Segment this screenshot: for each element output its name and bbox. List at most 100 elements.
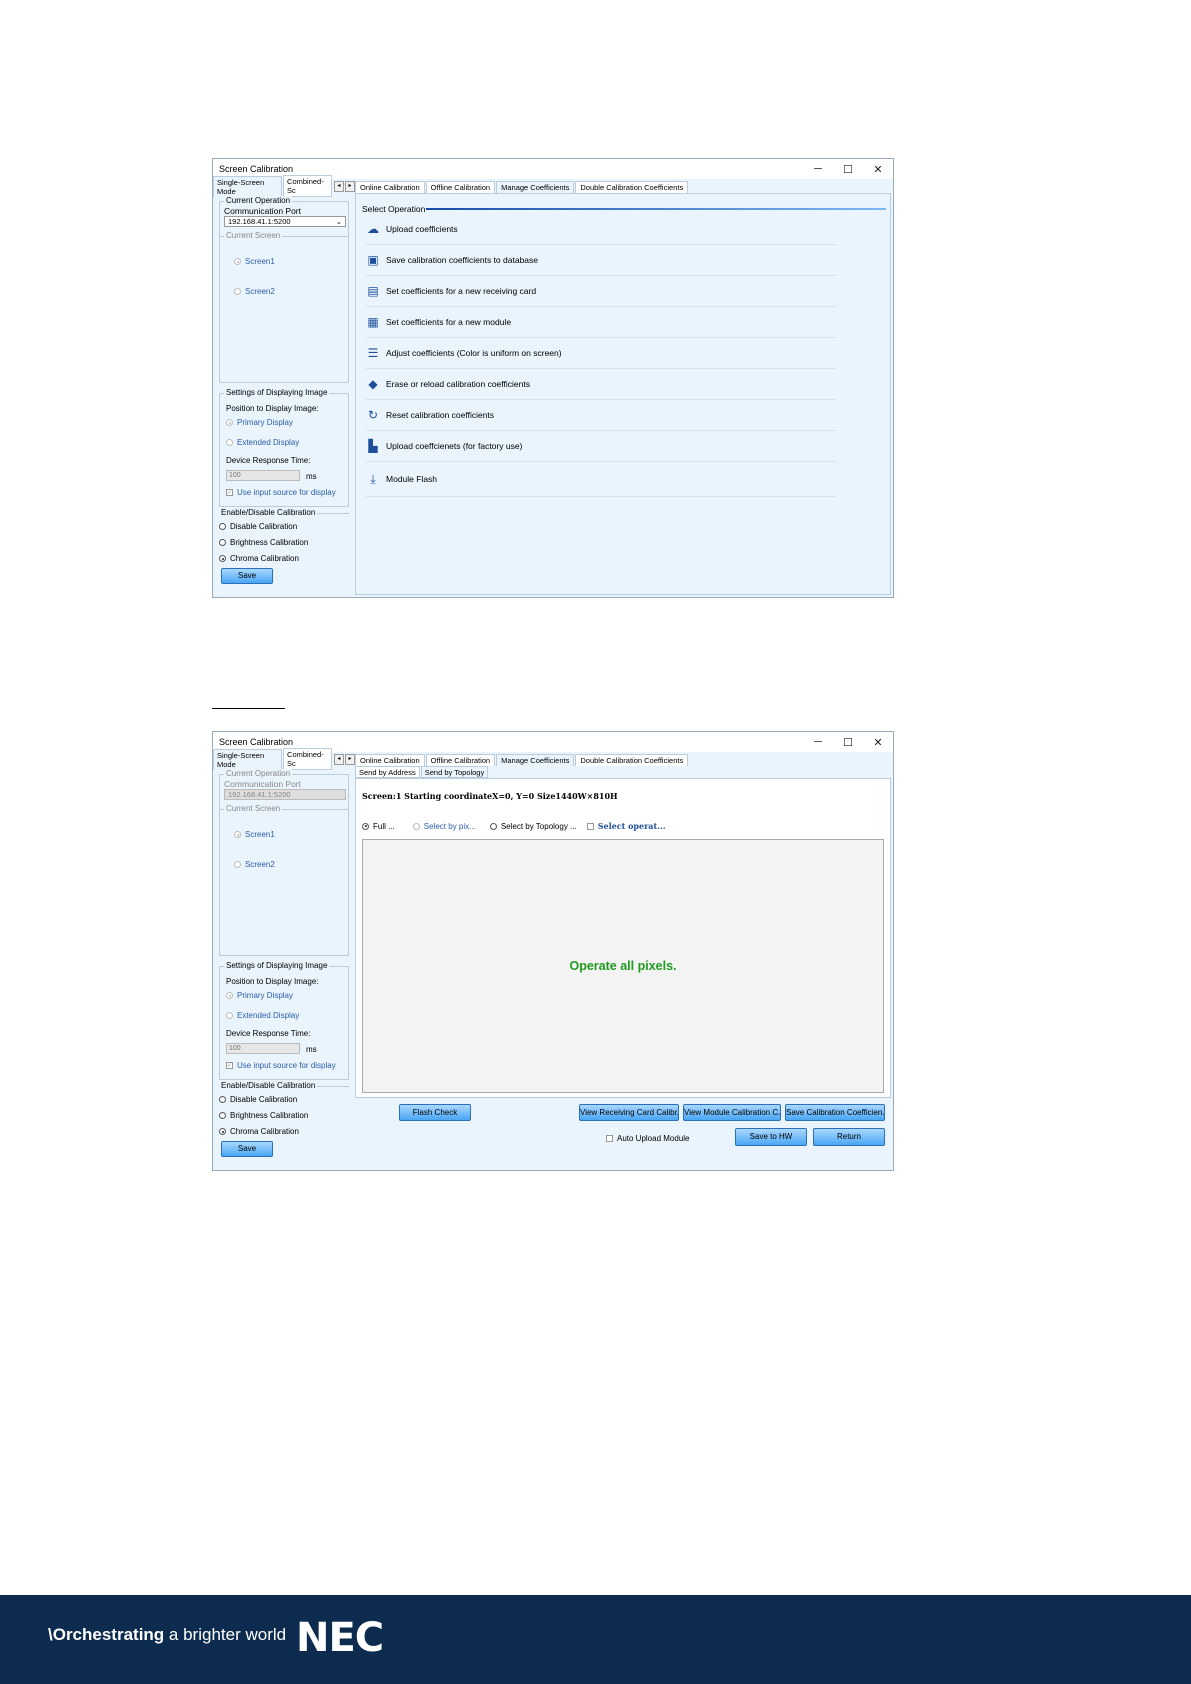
brightness-calibration-radio[interactable]: Brightness Calibration xyxy=(219,538,308,547)
screen-info-line: Screen:1 Starting coordinateX=0, Y=0 Siz… xyxy=(362,791,618,801)
operation-save-to-database[interactable]: ▣ Save calibration coefficients to databa… xyxy=(366,245,836,276)
tab-send-by-topology[interactable]: Send by Topology xyxy=(420,766,489,778)
topology-content: Screen:1 Starting coordinateX=0, Y=0 Siz… xyxy=(355,778,891,1098)
maximize-icon[interactable]: ☐ xyxy=(833,163,863,176)
right-panel: Online Calibration Offline Calibration M… xyxy=(355,752,893,1170)
extended-display-radio[interactable]: Extended Display xyxy=(226,438,299,447)
response-time-label: Device Response Time: xyxy=(226,1029,311,1038)
maximize-icon[interactable]: ☐ xyxy=(833,736,863,749)
communication-port-select[interactable]: 192.168.41.1:5200 ⌄ xyxy=(224,216,346,227)
screen2-radio[interactable]: Screen2 xyxy=(234,860,275,869)
current-operation-group: Current Operation Communication Port 192… xyxy=(219,196,349,383)
disable-calibration-radio[interactable]: Disable Calibration xyxy=(219,1095,297,1104)
tab-send-by-address[interactable]: Send by Address xyxy=(355,766,420,778)
eraser-icon: ◆ xyxy=(368,377,378,391)
settings-display-title: Settings of Displaying Image xyxy=(224,961,330,970)
screen1-radio[interactable]: Screen1 xyxy=(234,830,275,839)
screen2-radio[interactable]: Screen2 xyxy=(234,287,275,296)
operation-new-receiving-card[interactable]: ▤ Set coefficients for a new receiving ca… xyxy=(366,276,836,307)
footer-banner: \Orchestrating a brighter world NEC xyxy=(0,1595,1191,1684)
primary-display-radio[interactable]: Primary Display xyxy=(226,991,293,1000)
save-button[interactable]: Save xyxy=(221,1141,273,1157)
download-icon: ⤓ xyxy=(370,471,376,486)
factory-icon: ▙ xyxy=(368,439,378,453)
tab-offline-calibration[interactable]: Offline Calibration xyxy=(425,754,496,766)
communication-port-value: 192.168.41.1:5200 xyxy=(228,790,291,799)
tab-scroll-left-icon[interactable]: ◂ xyxy=(333,180,344,192)
disable-calibration-radio[interactable]: Disable Calibration xyxy=(219,522,297,531)
flash-check-button[interactable]: Flash Check xyxy=(399,1104,471,1121)
close-icon[interactable]: ✕ xyxy=(863,163,893,176)
tab-manage-coefficients[interactable]: Manage Coefficients xyxy=(496,754,575,766)
tab-single-screen-mode[interactable]: Single-Screen Mode xyxy=(213,175,283,197)
operation-module-flash[interactable]: ⤓ Module Flash xyxy=(366,462,836,497)
operation-erase-reload[interactable]: ◆ Erase or reload calibration coefficient… xyxy=(366,369,836,400)
left-panel: Single-Screen Mode Combined-Sc ◂ ▸ Curre… xyxy=(213,748,355,1170)
upload-cloud-icon: ☁ xyxy=(367,222,379,236)
tab-online-calibration[interactable]: Online Calibration xyxy=(355,754,425,766)
operation-reset[interactable]: ↻ Reset calibration coefficients xyxy=(366,400,836,431)
save-to-hw-button[interactable]: Save to HW xyxy=(735,1128,807,1146)
select-by-topology-radio[interactable]: Select by Topology ... xyxy=(489,821,577,831)
enable-calibration-title: Enable/Disable Calibration xyxy=(219,1081,318,1090)
chroma-calibration-radio[interactable]: Chroma Calibration xyxy=(219,1127,299,1136)
tab-double-calibration[interactable]: Double Calibration Coefficients xyxy=(575,754,689,766)
chevron-down-icon: ⌄ xyxy=(335,217,342,226)
select-operation-checkbox[interactable]: Select operat... xyxy=(586,821,666,831)
minimize-icon[interactable]: ─ xyxy=(803,736,833,749)
sliders-icon: ☰ xyxy=(367,346,379,360)
left-panel: Single-Screen Mode Combined-Sc ◂ ▸ Curre… xyxy=(213,175,355,597)
operation-upload-coefficients[interactable]: ☁ Upload coefficients xyxy=(366,214,836,245)
full-radio[interactable]: Full ... xyxy=(362,821,395,831)
tab-single-screen-mode[interactable]: Single-Screen Mode xyxy=(213,748,283,770)
view-receiving-card-button[interactable]: View Receiving Card Calibr... xyxy=(579,1104,679,1121)
tab-online-calibration[interactable]: Online Calibration xyxy=(355,181,425,193)
tab-manage-coefficients[interactable]: Manage Coefficients xyxy=(496,181,575,193)
response-time-label: Device Response Time: xyxy=(226,456,311,465)
settings-display-group: Settings of Displaying Image Position to… xyxy=(219,388,349,507)
operation-upload-factory[interactable]: ▙ Upload coeffcienets (for factory use) xyxy=(366,431,836,462)
return-button[interactable]: Return xyxy=(813,1128,885,1146)
tab-scroll-right-icon[interactable]: ▸ xyxy=(344,180,355,192)
selection-options: Full ... Select by pix... Select by Topo… xyxy=(362,821,666,831)
tab-double-calibration[interactable]: Double Calibration Coefficients xyxy=(575,181,689,193)
operation-new-module[interactable]: ▦ Set coefficients for a new module xyxy=(366,307,836,338)
tab-offline-calibration[interactable]: Offline Calibration xyxy=(425,181,496,193)
current-screen-title: Current Screen xyxy=(224,231,283,240)
operation-adjust-coefficients[interactable]: ☰ Adjust coefficients (Color is uniform o… xyxy=(366,338,836,369)
view-module-calibration-button[interactable]: View Module Calibration C... xyxy=(683,1104,781,1121)
brightness-calibration-radio[interactable]: Brightness Calibration xyxy=(219,1111,308,1120)
close-icon[interactable]: ✕ xyxy=(863,736,893,749)
underline-rule xyxy=(212,708,285,709)
current-operation-title: Current Operation xyxy=(224,769,293,778)
use-input-source-checkbox[interactable]: ✓ Use input source for display xyxy=(226,1061,336,1070)
tab-combined-screen[interactable]: Combined-Sc xyxy=(283,748,332,770)
communication-port-label: Communication Port xyxy=(224,206,302,216)
minimize-icon[interactable]: ─ xyxy=(803,163,833,176)
extended-display-radio[interactable]: Extended Display xyxy=(226,1011,299,1020)
tab-scroll-left-icon[interactable]: ◂ xyxy=(333,753,344,765)
current-operation-group: Current Operation Communication Port 192… xyxy=(219,769,349,956)
nec-logo: NEC xyxy=(296,1615,384,1661)
save-calibration-coefficients-button[interactable]: Save Calibration Coefficien... xyxy=(785,1104,885,1121)
pixel-canvas[interactable]: Operate all pixels. xyxy=(362,839,884,1093)
communication-port-select[interactable]: 192.168.41.1:5200 xyxy=(224,789,346,800)
current-operation-title: Current Operation xyxy=(224,196,293,205)
tab-scroll-right-icon[interactable]: ▸ xyxy=(344,753,355,765)
current-screen-title: Current Screen xyxy=(224,804,283,813)
position-label: Position to Display Image: xyxy=(226,404,319,413)
use-input-source-checkbox[interactable]: ✓ Use input source for display xyxy=(226,488,336,497)
settings-display-group: Settings of Displaying Image Position to… xyxy=(219,961,349,1080)
tab-combined-screen[interactable]: Combined-Sc xyxy=(283,175,332,197)
chroma-calibration-radio[interactable]: Chroma Calibration xyxy=(219,554,299,563)
current-screen-group: Current Screen Screen1 Screen2 xyxy=(220,231,348,381)
select-by-pixel-radio[interactable]: Select by pix... xyxy=(412,821,476,831)
primary-display-radio[interactable]: Primary Display xyxy=(226,418,293,427)
response-time-stepper[interactable]: 100 xyxy=(226,470,300,481)
screen1-radio[interactable]: Screen1 xyxy=(234,257,275,266)
communication-port-value: 192.168.41.1:5200 xyxy=(228,217,291,226)
auto-upload-module-checkbox[interactable]: Auto Upload Module xyxy=(606,1134,690,1143)
tagline: \Orchestrating a brighter world xyxy=(48,1625,286,1645)
save-button[interactable]: Save xyxy=(221,568,273,584)
response-time-stepper[interactable]: 100 xyxy=(226,1043,300,1054)
